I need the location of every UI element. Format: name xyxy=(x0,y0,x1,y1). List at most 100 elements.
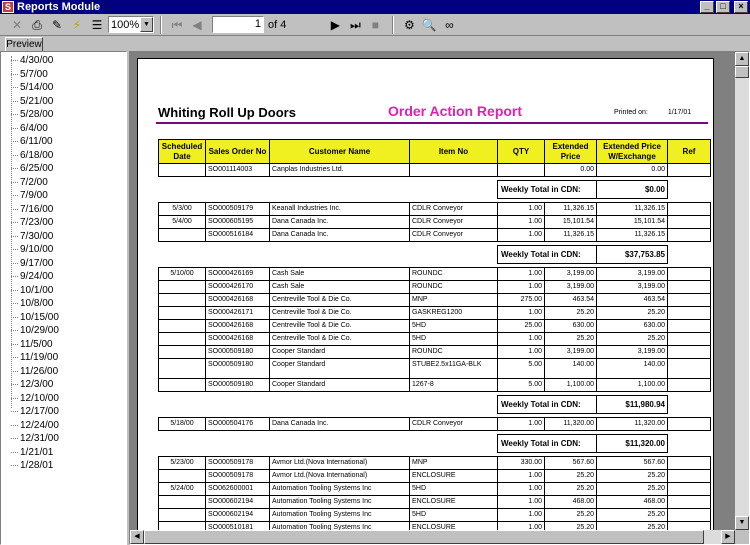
table-cell xyxy=(667,358,711,379)
table-cell: 11,326.15 xyxy=(596,202,668,216)
tab-preview[interactable]: Preview xyxy=(5,37,43,51)
stop-icon[interactable]: ■ xyxy=(366,16,384,34)
page-number-input[interactable]: 1 xyxy=(212,16,264,33)
find-icon[interactable]: 🔍 xyxy=(420,16,438,34)
tree-item[interactable]: 7/9/00 xyxy=(1,189,126,203)
minimize-button[interactable]: _ xyxy=(700,1,714,13)
horizontal-scrollbar[interactable]: ◀ ▶ xyxy=(130,530,735,544)
horizontal-scroll-thumb[interactable] xyxy=(144,530,704,544)
table-cell: 468.00 xyxy=(544,495,597,509)
print-setup-icon[interactable]: ✎ xyxy=(48,16,66,34)
tree-item[interactable]: 11/19/00 xyxy=(1,351,126,365)
tree-item[interactable]: 5/28/00 xyxy=(1,108,126,122)
refresh-icon[interactable]: ⚡ xyxy=(68,16,86,34)
tree-item[interactable]: 9/17/00 xyxy=(1,257,126,271)
report-table: Scheduled Date Sales Order No Customer Nam… xyxy=(158,139,711,537)
tree-item[interactable]: 10/29/00 xyxy=(1,324,126,338)
table-cell: Centreville Tool & Die Co. xyxy=(269,332,410,346)
tree-item[interactable]: 6/18/00 xyxy=(1,149,126,163)
zoom-select[interactable]: 100% ▼ xyxy=(108,16,154,33)
vertical-scrollbar[interactable]: ▲ ▼ xyxy=(735,52,749,530)
scroll-left-icon[interactable]: ◀ xyxy=(130,530,144,544)
tree-item[interactable]: 7/23/00 xyxy=(1,216,126,230)
table-cell: 567.60 xyxy=(596,456,668,470)
tree-item[interactable]: 6/4/00 xyxy=(1,122,126,136)
column-header: Sales Order No xyxy=(205,139,270,164)
table-cell: 0.00 xyxy=(596,163,668,177)
table-header: Scheduled Date Sales Order No Customer Nam… xyxy=(158,139,711,164)
tree-item[interactable]: 1/21/01 xyxy=(1,446,126,460)
table-cell xyxy=(667,495,711,509)
tree-item[interactable]: 7/2/00 xyxy=(1,176,126,190)
tree-item[interactable]: 6/11/00 xyxy=(1,135,126,149)
tree-item[interactable]: 12/10/00 xyxy=(1,392,126,406)
close-button[interactable]: × xyxy=(734,1,748,13)
tree-item[interactable]: 7/16/00 xyxy=(1,203,126,217)
first-page-icon[interactable]: ⏮ xyxy=(168,16,186,34)
table-cell xyxy=(158,228,206,242)
weekly-total-label: Weekly Total in CDN: xyxy=(497,245,597,264)
table-cell: 5HD xyxy=(409,482,498,496)
tree-item[interactable]: 5/7/00 xyxy=(1,68,126,82)
table-cell: SO000426170 xyxy=(205,280,270,294)
table-cell: 1.00 xyxy=(497,215,545,229)
table-row: SO000426171 Centreville Tool & Die Co. GAS… xyxy=(158,306,711,320)
table-cell: 1.00 xyxy=(497,202,545,216)
next-page-icon[interactable]: ▶ xyxy=(326,16,344,34)
table-cell: SO000509179 xyxy=(205,202,270,216)
table-cell xyxy=(158,163,206,177)
group-tree-icon[interactable]: ☰ xyxy=(88,16,106,34)
table-cell xyxy=(667,293,711,307)
tree-item[interactable]: 6/25/00 xyxy=(1,162,126,176)
table-cell: 1.00 xyxy=(497,228,545,242)
table-cell: 3,199.00 xyxy=(596,280,668,294)
scroll-up-icon[interactable]: ▲ xyxy=(735,52,749,66)
table-cell: Dana Canada Inc. xyxy=(269,228,410,242)
table-cell: 1267-8 xyxy=(409,378,498,392)
scroll-down-icon[interactable]: ▼ xyxy=(735,516,749,530)
table-cell: ROUNDC xyxy=(409,345,498,359)
tree-item[interactable]: 10/15/00 xyxy=(1,311,126,325)
table-row: SO000426168 Centreville Tool & Die Co. 5HD… xyxy=(158,319,711,333)
table-cell: 1.00 xyxy=(497,332,545,346)
print-icon[interactable]: ⎙ xyxy=(28,16,46,34)
previous-page-icon[interactable]: ◀ xyxy=(188,16,206,34)
search-binoculars-icon[interactable]: ∞ xyxy=(440,16,458,34)
tree-item[interactable]: 12/17/00 xyxy=(1,405,126,419)
tree-item[interactable]: 1/28/01 xyxy=(1,459,126,473)
vertical-scroll-thumb[interactable] xyxy=(735,66,749,78)
weekly-total-row: Weekly Total in CDN: $11,980.94 xyxy=(159,395,711,414)
maximize-button[interactable]: □ xyxy=(716,1,730,13)
cancel-icon[interactable]: ✕ xyxy=(8,16,26,34)
weekly-total-row: Weekly Total in CDN: $11,320.00 xyxy=(159,434,711,453)
table-cell: 25.20 xyxy=(596,306,668,320)
table-cell: 630.00 xyxy=(596,319,668,333)
printed-date: 1/17/01 xyxy=(667,109,692,116)
table-cell: SO000426169 xyxy=(205,267,270,281)
table-cell: 1.00 xyxy=(497,495,545,509)
export-icon[interactable]: ⚙ xyxy=(400,16,418,34)
tree-item[interactable]: 7/30/00 xyxy=(1,230,126,244)
tree-item[interactable]: 9/24/00 xyxy=(1,270,126,284)
tree-item[interactable]: 12/3/00 xyxy=(1,378,126,392)
table-cell: 463.54 xyxy=(596,293,668,307)
report-page: Whiting Roll Up Doors Order Action Repor… xyxy=(137,58,714,538)
tree-item[interactable]: 12/24/00 xyxy=(1,419,126,433)
table-cell: 25.20 xyxy=(596,508,668,522)
tree-item[interactable]: 4/30/00 xyxy=(1,54,126,68)
tree-item[interactable]: 11/26/00 xyxy=(1,365,126,379)
tree-item[interactable]: 9/10/00 xyxy=(1,243,126,257)
tree-item[interactable]: 5/14/00 xyxy=(1,81,126,95)
weekly-total-label: Weekly Total in CDN: xyxy=(497,395,597,414)
column-header: Customer Name xyxy=(269,139,410,164)
tree-item[interactable]: 11/5/00 xyxy=(1,338,126,352)
tree-item[interactable]: 10/8/00 xyxy=(1,297,126,311)
weekly-total-row: Weekly Total in CDN: $0.00 xyxy=(159,180,711,199)
chevron-down-icon[interactable]: ▼ xyxy=(140,17,153,32)
tree-item[interactable]: 10/1/00 xyxy=(1,284,126,298)
tree-item[interactable]: 12/31/00 xyxy=(1,432,126,446)
table-cell: Centreville Tool & Die Co. xyxy=(269,306,410,320)
last-page-icon[interactable]: ⏭ xyxy=(346,16,364,34)
tree-item[interactable]: 5/21/00 xyxy=(1,95,126,109)
scroll-right-icon[interactable]: ▶ xyxy=(721,530,735,544)
